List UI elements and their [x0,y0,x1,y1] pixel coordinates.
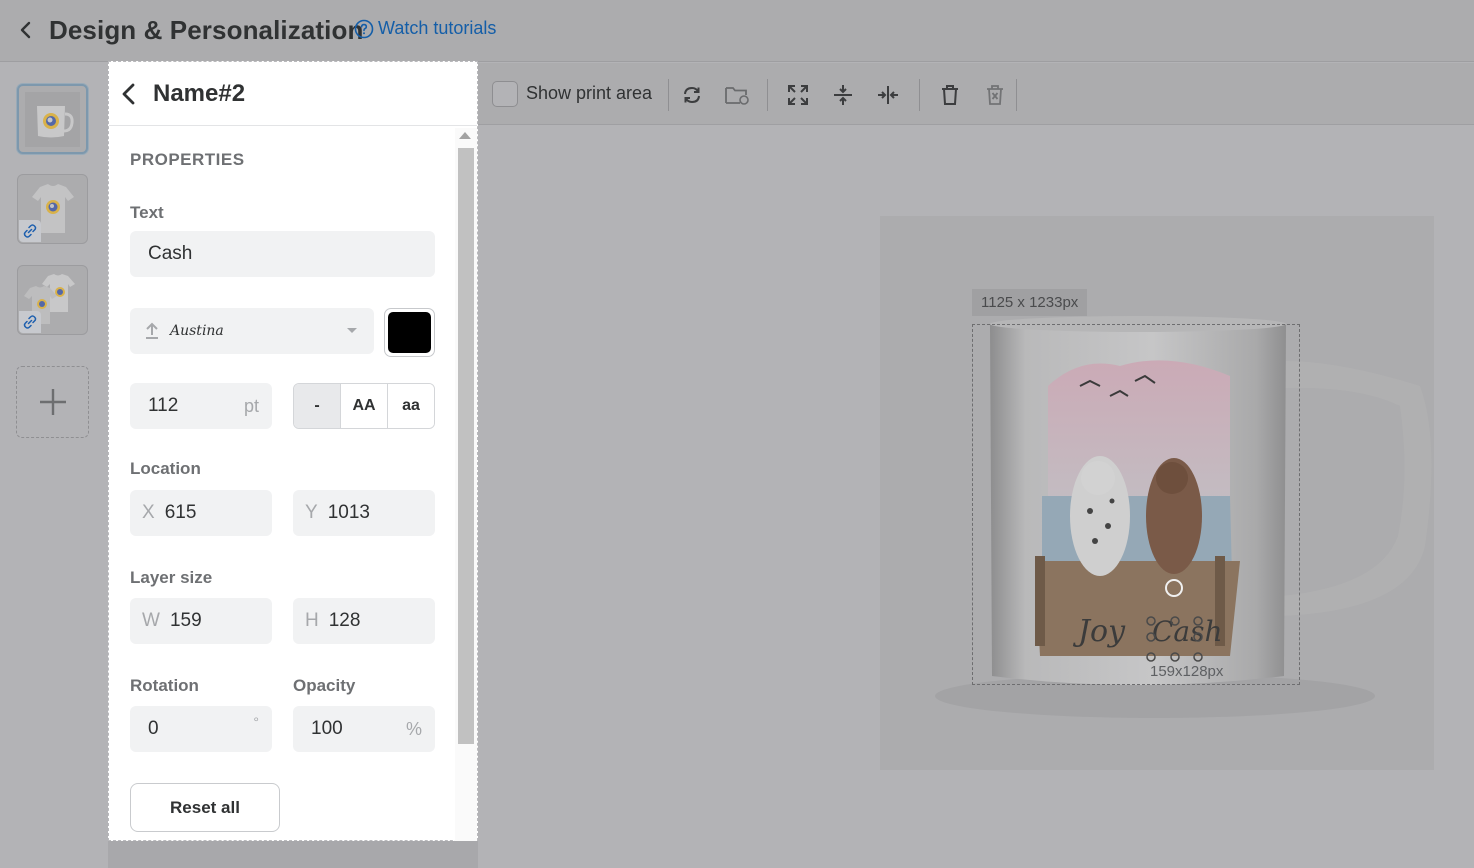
link-icon [23,315,37,329]
font-size-input[interactable]: 112 pt [130,383,272,429]
product-rail [0,63,108,868]
opacity-unit: % [405,718,422,739]
scroll-up-arrow[interactable] [459,132,471,139]
upload-icon [146,322,158,339]
rotation-label: Rotation [130,676,199,695]
watch-tutorials-link[interactable]: Watch tutorials [354,18,496,39]
fit-icon[interactable] [785,82,811,108]
x-value: 615 [164,502,197,523]
reset-all-button[interactable]: Reset all [130,783,280,832]
delete-icon[interactable] [937,82,963,108]
case-lower-button[interactable]: aa [388,384,434,428]
properties-panel: Name#2 PROPERTIES Text Cash Austina 112 … [108,61,478,842]
canvas-toolbar: Show print area [478,63,1474,125]
text-color-picker[interactable] [384,308,435,357]
page-title: Design & Personalization [49,15,364,45]
panel-back-button[interactable] [115,80,143,108]
toolbar-divider [668,79,669,111]
layer-size-label: Layer size [130,568,213,587]
rotation-input[interactable]: 0 ° [130,706,272,752]
font-size-value: 112 [148,395,179,416]
h-value: 128 [328,610,361,631]
font-select[interactable]: Austina [130,308,374,354]
toolbar-divider [919,79,920,111]
text-label: Text [130,203,164,222]
show-print-area-checkbox[interactable] [492,81,518,107]
watch-tutorials-label: Watch tutorials [378,18,497,38]
panel-footer [108,841,478,868]
y-value: 1013 [327,502,370,523]
linked-badge [19,220,41,242]
x-prefix: X [142,502,155,523]
help-circle-icon [354,19,374,38]
product-thumb-tshirt-pair[interactable] [17,265,88,335]
plus-icon [39,389,66,415]
rotation-value: 0 [148,718,159,739]
rotation-unit: ° [253,714,259,730]
product-thumb-mug[interactable] [17,84,88,154]
chevron-left-icon [122,83,135,105]
show-print-area-label[interactable]: Show print area [526,83,652,104]
header-bar: Design & Personalization Watch tutorials [0,0,1474,62]
height-input[interactable]: H 128 [293,598,435,644]
color-swatch-fill [388,312,431,353]
font-name: Austina [170,323,224,339]
sync-icon[interactable] [679,82,705,108]
mug-thumbnail-icon [25,92,80,147]
opacity-value: 100 [311,718,343,739]
align-horizontal-center-icon[interactable] [875,82,901,108]
opacity-input[interactable]: 100 % [293,706,435,752]
y-prefix: Y [305,502,318,523]
link-icon [23,224,37,238]
y-position-input[interactable]: Y 1013 [293,490,435,536]
properties-heading: PROPERTIES [130,150,245,169]
location-label: Location [130,459,201,478]
delete-all-icon[interactable] [982,82,1008,108]
add-product-button[interactable] [16,366,89,438]
layer-name-title: Name#2 [153,80,246,107]
toolbar-divider [1016,79,1017,111]
chevron-down-icon [347,328,357,333]
case-upper-button[interactable]: AA [341,384,388,428]
panel-scrollbar-thumb[interactable] [458,148,474,744]
print-area-outline [972,324,1300,685]
case-none-button[interactable]: - [294,384,341,428]
linked-badge [19,311,41,333]
panel-header: Name#2 [109,62,477,126]
text-case-toggle: - AA aa [293,383,435,429]
back-button[interactable] [14,18,38,42]
product-thumb-tshirt[interactable] [17,174,88,244]
print-area-size-tag: 1125 x 1233px [972,289,1088,316]
text-input-value: Cash [148,243,193,264]
font-size-unit: pt [243,395,259,416]
w-value: 159 [169,610,202,631]
w-prefix: W [142,610,160,631]
chevron-left-icon [20,21,31,39]
opacity-label: Opacity [293,676,356,695]
layer-size-tag: 159x128px [1150,663,1224,680]
width-input[interactable]: W 159 [130,598,272,644]
h-prefix: H [305,610,319,631]
x-position-input[interactable]: X 615 [130,490,272,536]
align-vertical-center-icon[interactable] [830,82,856,108]
text-input[interactable]: Cash [130,231,435,277]
toolbar-divider [767,79,768,111]
folder-sync-icon[interactable] [724,82,750,108]
